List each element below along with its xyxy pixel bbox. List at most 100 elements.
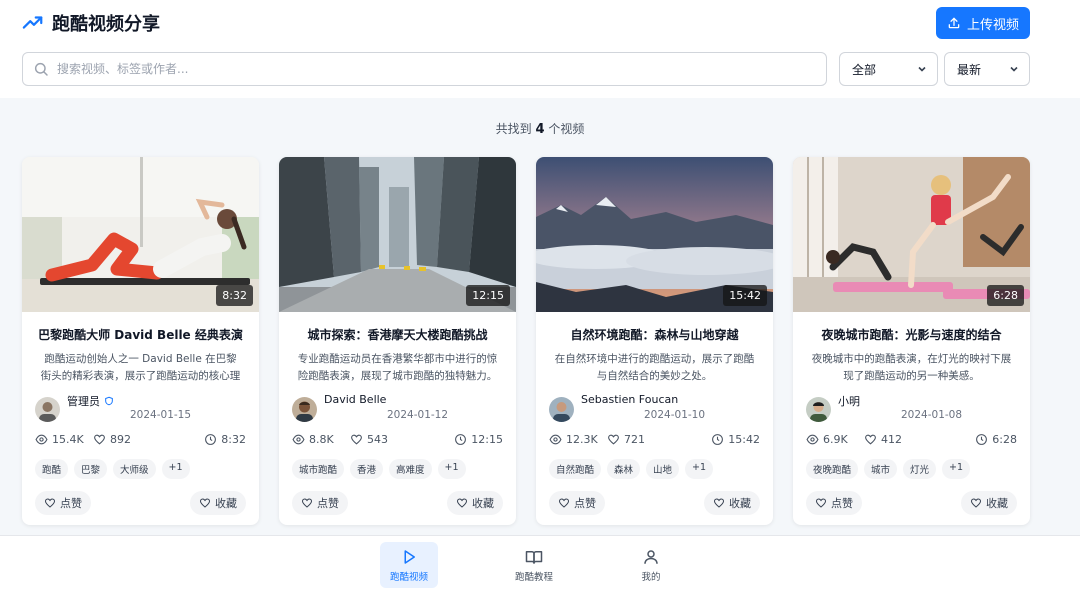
search-input[interactable] (57, 62, 797, 76)
heart-icon (558, 498, 570, 508)
tag-more[interactable]: +1 (685, 459, 714, 479)
author-name[interactable]: Sebastien Foucan (581, 393, 678, 406)
app-header: 跑酷视频分享 上传视频 全部 最新 (0, 0, 1080, 98)
like-count-text: 721 (624, 433, 645, 446)
clock-icon (455, 434, 467, 445)
tag[interactable]: 城市跑酷 (292, 459, 345, 479)
author-row: 管理员 2024-01-15 (22, 393, 259, 427)
duration-stat-text: 6:28 (992, 433, 1017, 446)
tag[interactable]: 城市 (864, 459, 898, 479)
author-name[interactable]: 小明 (838, 393, 860, 409)
video-thumbnail[interactable]: 15:42 (536, 157, 773, 312)
tag[interactable]: 夜晚跑酷 (806, 459, 859, 479)
result-number: 4 (535, 122, 545, 137)
result-prefix: 共找到 (495, 122, 532, 136)
result-count: 共找到 4 个视频 (0, 120, 1080, 137)
tag[interactable]: 森林 (607, 459, 641, 479)
tag[interactable]: 巴黎 (74, 459, 108, 479)
video-card[interactable]: 12:15 城市探索：香港摩天大楼跑酷挑战 专业跑酷运动员在香港繁华都市中进行的… (279, 157, 516, 525)
publish-date: 2024-01-15 (130, 409, 192, 421)
video-description: 专业跑酷运动员在香港繁华都市中进行的惊险跑酷表演，展现了城市跑酷的独特魅力。 (297, 353, 498, 382)
video-thumbnail[interactable]: 6:28 (793, 157, 1030, 312)
sort-select-value: 最新 (957, 62, 982, 77)
tag[interactable]: 高难度 (389, 459, 432, 479)
nav-tutorials[interactable]: 跑酷教程 (505, 542, 563, 588)
video-duration: 15:42 (723, 285, 767, 306)
view-count: 12.3K (549, 433, 598, 446)
video-title[interactable]: 巴黎跑酷大师 David Belle 经典表演 (22, 326, 259, 343)
like-button-label: 点赞 (574, 497, 596, 510)
upload-icon (948, 17, 960, 29)
avatar[interactable] (35, 397, 60, 422)
heart-icon (94, 434, 105, 445)
author-name-text: 管理员 (67, 395, 100, 408)
chevron-down-icon (918, 66, 926, 72)
duration-stat: 12:15 (454, 433, 503, 446)
upload-video-button[interactable]: 上传视频 (936, 7, 1030, 39)
video-title[interactable]: 夜晚城市跑酷：光影与速度的结合 (793, 326, 1030, 343)
favorite-button[interactable]: 收藏 (704, 491, 760, 515)
video-stats: 6.9K 412 6:28 (793, 433, 1030, 451)
video-title[interactable]: 自然环境跑酷：森林与山地穿越 (536, 326, 773, 343)
tag[interactable]: 灯光 (903, 459, 937, 479)
video-card[interactable]: 15:42 自然环境跑酷：森林与山地穿越 在自然环境中进行的跑酷运动，展示了跑酷… (536, 157, 773, 525)
duration-stat-text: 15:42 (728, 433, 760, 446)
like-count-text: 892 (110, 433, 131, 446)
nav-profile[interactable]: 我的 (622, 542, 680, 588)
tag-list: 城市跑酷 香港 高难度 +1 (292, 459, 516, 479)
video-title[interactable]: 城市探索：香港摩天大楼跑酷挑战 (279, 326, 516, 343)
sort-select[interactable]: 最新 (944, 52, 1030, 86)
avatar[interactable] (292, 397, 317, 422)
author-name-text: 小明 (838, 395, 860, 408)
video-card[interactable]: 6:28 夜晚城市跑酷：光影与速度的结合 夜晚城市中的跑酷表演，在灯光的映衬下展… (793, 157, 1030, 525)
heart-icon (713, 498, 725, 508)
favorite-button-label: 收藏 (215, 497, 237, 510)
tag-more[interactable]: +1 (942, 459, 971, 479)
like-count: 892 (93, 433, 131, 446)
video-card[interactable]: 8:32 巴黎跑酷大师 David Belle 经典表演 跑酷运动创始人之一 D… (22, 157, 259, 525)
search-box[interactable] (22, 52, 827, 86)
video-thumbnail[interactable]: 8:32 (22, 157, 259, 312)
favorite-button[interactable]: 收藏 (961, 491, 1017, 515)
heart-icon (815, 498, 827, 508)
nav-videos[interactable]: 跑酷视频 (380, 542, 438, 588)
tag-more[interactable]: +1 (437, 459, 466, 479)
duration-stat: 15:42 (711, 433, 760, 446)
heart-icon (301, 498, 313, 508)
category-select[interactable]: 全部 (839, 52, 938, 86)
nav-videos-label: 跑酷视频 (389, 571, 428, 583)
bottom-nav: 跑酷视频 跑酷教程 我的 (0, 535, 1080, 589)
video-stats: 15.4K 892 8:32 (22, 433, 259, 451)
favorite-button[interactable]: 收藏 (447, 491, 503, 515)
tag[interactable]: 大师级 (113, 459, 156, 479)
favorite-button[interactable]: 收藏 (190, 491, 246, 515)
like-button[interactable]: 点赞 (806, 491, 862, 515)
author-name[interactable]: 管理员 (67, 393, 114, 409)
tag[interactable]: 山地 (646, 459, 680, 479)
like-button[interactable]: 点赞 (549, 491, 605, 515)
brand: 跑酷视频分享 (22, 10, 160, 36)
search-icon (34, 62, 48, 76)
clock-icon (205, 434, 217, 445)
card-actions: 点赞 收藏 (22, 491, 259, 517)
nav-profile-label: 我的 (641, 571, 661, 583)
tag[interactable]: 香港 (350, 459, 384, 479)
tag[interactable]: 自然跑酷 (549, 459, 602, 479)
view-count-text: 8.8K (309, 433, 334, 446)
like-button-label: 点赞 (831, 497, 853, 510)
like-button[interactable]: 点赞 (35, 491, 91, 515)
eye-icon (35, 434, 48, 445)
publish-date: 2024-01-10 (644, 409, 706, 421)
avatar[interactable] (549, 397, 574, 422)
tag[interactable]: 跑酷 (35, 459, 69, 479)
heart-icon (608, 434, 619, 445)
video-thumbnail[interactable]: 12:15 (279, 157, 516, 312)
heart-icon (44, 498, 56, 508)
trending-up-icon (22, 16, 43, 29)
view-count: 8.8K (292, 433, 334, 446)
favorite-button-label: 收藏 (472, 497, 494, 510)
avatar[interactable] (806, 397, 831, 422)
author-name[interactable]: David Belle (324, 393, 386, 406)
tag-more[interactable]: +1 (161, 459, 190, 479)
like-button[interactable]: 点赞 (292, 491, 348, 515)
